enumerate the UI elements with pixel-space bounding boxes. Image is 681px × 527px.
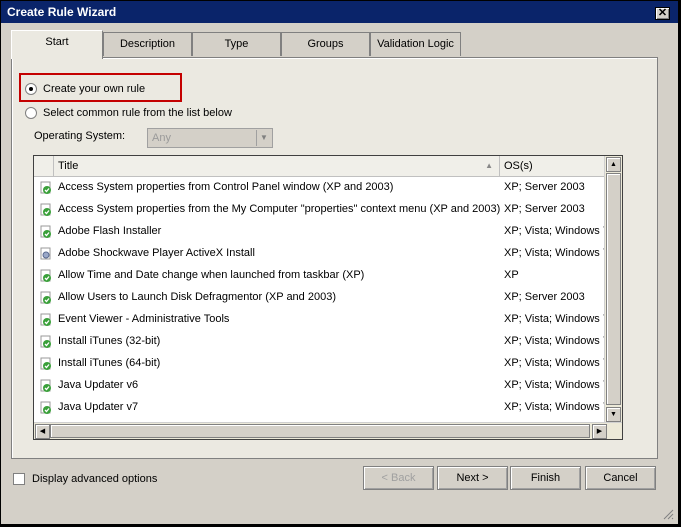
check-icon bbox=[40, 357, 51, 370]
header-icon-cell bbox=[34, 156, 54, 176]
scroll-up-icon[interactable]: ▲ bbox=[606, 157, 621, 172]
grid-rows: Access System properties from Control Pa… bbox=[34, 177, 606, 419]
chevron-down-icon: ▼ bbox=[256, 130, 271, 146]
check-icon bbox=[40, 181, 51, 194]
scroll-down-icon[interactable]: ▼ bbox=[606, 407, 621, 422]
table-row[interactable]: Adobe Shockwave Player ActiveX Install XP… bbox=[34, 243, 606, 265]
check-icon bbox=[40, 335, 51, 348]
row-title: Java Updater v7 bbox=[58, 401, 139, 413]
horizontal-scrollbar[interactable]: ◀ ▶ bbox=[34, 422, 622, 439]
column-os[interactable]: OS(s) bbox=[500, 156, 606, 176]
row-os: XP; Server 2003 bbox=[504, 181, 585, 193]
own-rule-radio[interactable] bbox=[25, 83, 37, 95]
row-os: XP; Vista; Windows 7 bbox=[504, 225, 606, 237]
row-title: Adobe Shockwave Player ActiveX Install bbox=[58, 247, 255, 259]
row-title: Install iTunes (32-bit) bbox=[58, 335, 161, 347]
check-icon bbox=[40, 291, 51, 304]
row-os: XP; Vista; Windows 7 bbox=[504, 335, 606, 347]
table-row[interactable]: Java Updater v6 XP; Vista; Windows 7 bbox=[34, 375, 606, 397]
own-rule-label[interactable]: Create your own rule bbox=[43, 83, 145, 95]
row-title: Event Viewer - Administrative Tools bbox=[58, 313, 230, 325]
row-title: Adobe Flash Installer bbox=[58, 225, 162, 237]
os-select-value: Any bbox=[152, 132, 171, 144]
grid-header: Title ▲ OS(s) bbox=[34, 156, 606, 177]
os-label: Operating System: bbox=[34, 130, 126, 142]
resize-grip-icon[interactable] bbox=[662, 508, 674, 520]
table-row[interactable]: Adobe Flash Installer XP; Vista; Windows … bbox=[34, 221, 606, 243]
row-os: XP; Vista; Windows 7 bbox=[504, 379, 606, 391]
sort-asc-icon: ▲ bbox=[485, 161, 493, 170]
next-button[interactable]: Next > bbox=[437, 466, 508, 490]
vertical-scroll-thumb[interactable] bbox=[606, 173, 621, 405]
rules-grid: Title ▲ OS(s) Access System properties f… bbox=[33, 155, 623, 440]
advanced-options-checkbox[interactable] bbox=[13, 473, 25, 485]
row-title: Access System properties from Control Pa… bbox=[58, 181, 394, 193]
window-title: Create Rule Wizard bbox=[7, 5, 117, 19]
cancel-button[interactable]: Cancel bbox=[585, 466, 656, 490]
row-os: XP bbox=[504, 269, 519, 281]
common-rule-radio[interactable] bbox=[25, 107, 37, 119]
table-row[interactable]: Install iTunes (32-bit) XP; Vista; Window… bbox=[34, 331, 606, 353]
tab-groups[interactable]: Groups bbox=[281, 32, 370, 56]
close-button[interactable]: ✕ bbox=[655, 7, 670, 20]
back-button[interactable]: < Back bbox=[363, 466, 434, 490]
check-icon bbox=[40, 379, 51, 392]
table-row[interactable]: Install iTunes (64-bit) XP; Vista; Window… bbox=[34, 353, 606, 375]
check-icon bbox=[40, 401, 51, 414]
row-os: XP; Server 2003 bbox=[504, 291, 585, 303]
check-icon bbox=[40, 203, 51, 216]
table-row[interactable]: Allow Users to Launch Disk Defragmentor … bbox=[34, 287, 606, 309]
horizontal-scroll-thumb[interactable] bbox=[50, 424, 590, 438]
column-title-label: Title bbox=[58, 160, 79, 172]
check-icon bbox=[40, 225, 51, 238]
column-title[interactable]: Title ▲ bbox=[54, 156, 500, 176]
table-row[interactable]: Access System properties from Control Pa… bbox=[34, 177, 606, 199]
row-title: Install iTunes (64-bit) bbox=[58, 357, 161, 369]
tab-start[interactable]: Start bbox=[11, 30, 103, 59]
table-row[interactable]: Access System properties from the My Com… bbox=[34, 199, 606, 221]
advanced-options-label[interactable]: Display advanced options bbox=[32, 473, 157, 485]
gear-icon bbox=[40, 247, 51, 260]
tab-validation-logic[interactable]: Validation Logic bbox=[370, 32, 461, 56]
scroll-left-icon[interactable]: ◀ bbox=[35, 424, 50, 439]
wizard-window: Create Rule Wizard ✕ Start Description T… bbox=[0, 0, 679, 525]
check-icon bbox=[40, 269, 51, 282]
vertical-scrollbar[interactable]: ▲ ▼ bbox=[604, 156, 622, 423]
row-os: XP; Vista; Windows 7 bbox=[504, 401, 606, 413]
scroll-right-icon[interactable]: ▶ bbox=[592, 424, 607, 439]
tab-description[interactable]: Description bbox=[103, 32, 192, 56]
check-icon bbox=[40, 313, 51, 326]
title-bar[interactable]: Create Rule Wizard ✕ bbox=[1, 1, 678, 23]
table-row[interactable]: Allow Time and Date change when launched… bbox=[34, 265, 606, 287]
row-title: Allow Users to Launch Disk Defragmentor … bbox=[58, 291, 336, 303]
finish-button[interactable]: Finish bbox=[510, 466, 581, 490]
table-row[interactable]: Event Viewer - Administrative Tools XP; V… bbox=[34, 309, 606, 331]
column-os-label: OS(s) bbox=[504, 160, 533, 172]
row-title: Allow Time and Date change when launched… bbox=[58, 269, 365, 281]
row-os: XP; Vista; Windows 7 bbox=[504, 313, 606, 325]
os-select[interactable]: Any ▼ bbox=[147, 128, 273, 148]
row-os: XP; Server 2003 bbox=[504, 203, 585, 215]
row-title: Java Updater v6 bbox=[58, 379, 139, 391]
common-rule-label[interactable]: Select common rule from the list below bbox=[43, 107, 232, 119]
row-os: XP; Vista; Windows 7 bbox=[504, 357, 606, 369]
start-panel: Create your own rule Select common rule … bbox=[11, 57, 658, 459]
row-os: XP; Vista; Windows 7 bbox=[504, 247, 606, 259]
tab-type[interactable]: Type bbox=[192, 32, 281, 56]
row-title: Access System properties from the My Com… bbox=[58, 203, 501, 215]
table-row[interactable]: Java Updater v7 XP; Vista; Windows 7 bbox=[34, 397, 606, 419]
